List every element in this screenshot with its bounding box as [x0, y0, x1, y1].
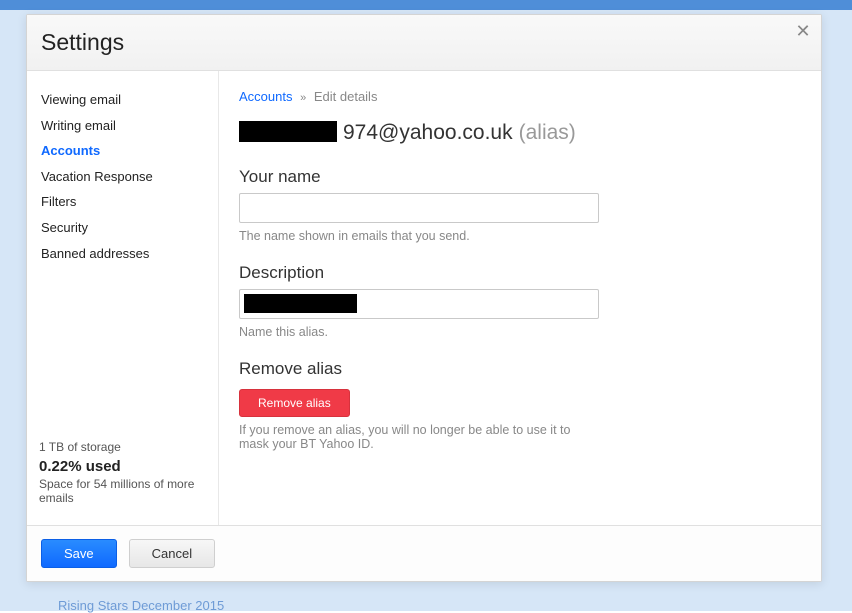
sidebar-item-filters[interactable]: Filters [27, 189, 218, 215]
storage-total: 1 TB of storage [39, 440, 206, 454]
sidebar-item-viewing-email[interactable]: Viewing email [27, 87, 218, 113]
description-group: Description Name this alias. [239, 263, 609, 339]
alias-tag: (alias) [519, 121, 576, 145]
sidebar-nav: Viewing email Writing email Accounts Vac… [27, 87, 218, 440]
modal-footer: Save Cancel [27, 525, 821, 581]
chevron-right-icon: » [300, 92, 306, 104]
description-help: Name this alias. [239, 325, 609, 339]
breadcrumb-current: Edit details [314, 89, 378, 104]
settings-modal: Settings ✕ Viewing email Writing email A… [26, 14, 822, 582]
description-input[interactable] [239, 289, 599, 319]
modal-body: Viewing email Writing email Accounts Vac… [27, 71, 821, 525]
content-panel: Accounts » Edit details 974@yahoo.co.uk … [219, 71, 821, 525]
sidebar-item-vacation-response[interactable]: Vacation Response [27, 164, 218, 190]
sidebar-item-accounts[interactable]: Accounts [27, 138, 218, 164]
sidebar-item-banned-addresses[interactable]: Banned addresses [27, 241, 218, 267]
your-name-input[interactable] [239, 193, 599, 223]
remove-alias-help: If you remove an alias, you will no long… [239, 423, 599, 451]
remove-alias-group: Remove alias Remove alias If you remove … [239, 359, 609, 451]
sidebar: Viewing email Writing email Accounts Vac… [27, 71, 219, 525]
description-label: Description [239, 263, 609, 283]
redacted-email-prefix [239, 121, 337, 142]
remove-alias-label: Remove alias [239, 359, 609, 379]
your-name-label: Your name [239, 167, 609, 187]
sidebar-item-writing-email[interactable]: Writing email [27, 113, 218, 139]
storage-space: Space for 54 millions of more emails [39, 477, 206, 505]
breadcrumb-accounts-link[interactable]: Accounts [239, 89, 292, 104]
your-name-group: Your name The name shown in emails that … [239, 167, 609, 243]
storage-used: 0.22% used [39, 458, 206, 475]
account-email-heading: 974@yahoo.co.uk (alias) [239, 118, 801, 145]
close-icon[interactable]: ✕ [791, 19, 815, 43]
save-button[interactable]: Save [41, 539, 117, 568]
your-name-help: The name shown in emails that you send. [239, 229, 609, 243]
sidebar-item-security[interactable]: Security [27, 215, 218, 241]
modal-title: Settings [41, 29, 124, 56]
modal-header: Settings ✕ [27, 15, 821, 71]
storage-info: 1 TB of storage 0.22% used Space for 54 … [27, 440, 218, 515]
breadcrumb: Accounts » Edit details [239, 89, 801, 104]
remove-alias-button[interactable]: Remove alias [239, 389, 350, 417]
cancel-button[interactable]: Cancel [129, 539, 215, 568]
email-visible-part: 974@yahoo.co.uk [343, 121, 513, 145]
